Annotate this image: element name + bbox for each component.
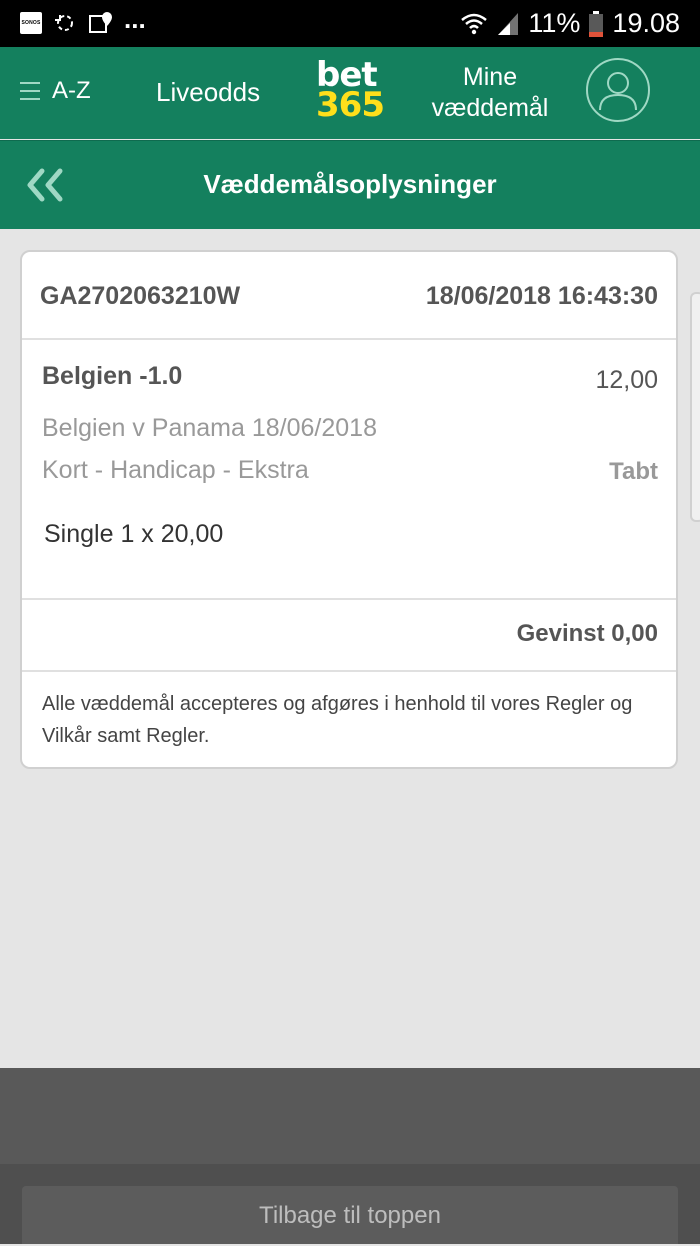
winnings-row: Gevinst 0,00 — [22, 598, 676, 672]
map-pin-icon — [89, 12, 112, 33]
logo-bottom-text: 365 — [316, 85, 385, 125]
status-bar-left: SONOS ... — [20, 4, 146, 36]
user-icon — [599, 72, 637, 111]
status-bar-right: 11% 19.08 — [460, 8, 680, 39]
status-bar: SONOS ... 11% 19.08 — [0, 0, 700, 47]
az-menu-button[interactable]: A-Z — [20, 77, 91, 105]
wifi-icon — [461, 13, 488, 34]
app-header: A-Z Liveodds bet 365 Mine væddemål — [0, 47, 700, 139]
bet-details-card: GA2702063210W 18/06/2018 16:43:30 Belgie… — [20, 250, 678, 769]
bet-status: Tabt — [609, 458, 658, 485]
terms-text: Alle væddemål accepteres og afgøres i he… — [42, 693, 633, 747]
my-bets-link[interactable]: Mine væddemål — [416, 62, 564, 124]
bet-datetime: 18/06/2018 16:43:30 — [425, 282, 658, 310]
my-bets-label-line1: Mine — [462, 63, 518, 91]
page-title: Væddemålsoplysninger — [203, 169, 497, 199]
battery-percent: 11% — [528, 8, 581, 38]
footer-band — [0, 1068, 700, 1164]
bet-event: Belgien v Panama 18/06/2018 — [42, 414, 377, 442]
back-to-top-button[interactable]: Tilbage til toppen — [22, 1186, 678, 1244]
bet-odds: 12,00 — [595, 366, 658, 394]
side-panel-handle[interactable] — [690, 292, 700, 522]
my-bets-label-line2: væddemål — [431, 94, 549, 122]
bet365-logo[interactable]: bet 365 — [316, 58, 386, 125]
sonos-icon: SONOS — [20, 12, 42, 34]
hamburger-icon — [20, 82, 40, 100]
signal-icon — [498, 12, 519, 35]
account-button[interactable] — [586, 58, 650, 122]
bet-winnings: Gevinst 0,00 — [516, 620, 658, 647]
az-label: A-Z — [52, 77, 91, 104]
more-notifications: ... — [124, 4, 146, 34]
sync-icon — [55, 15, 73, 31]
bet-stake: Single 1 x 20,00 — [44, 520, 224, 548]
liveodds-link[interactable]: Liveodds — [156, 77, 260, 108]
bet-selection: Belgien -1.0 — [42, 362, 183, 390]
clock: 19.08 — [612, 8, 680, 38]
bet-reference: GA2702063210W — [40, 282, 241, 310]
battery-icon — [589, 10, 604, 37]
bet-market: Kort - Handicap - Ekstra — [42, 456, 309, 484]
bet-header-row: GA2702063210W 18/06/2018 16:43:30 — [22, 252, 676, 340]
title-bar: Væddemålsoplysninger — [0, 140, 700, 229]
